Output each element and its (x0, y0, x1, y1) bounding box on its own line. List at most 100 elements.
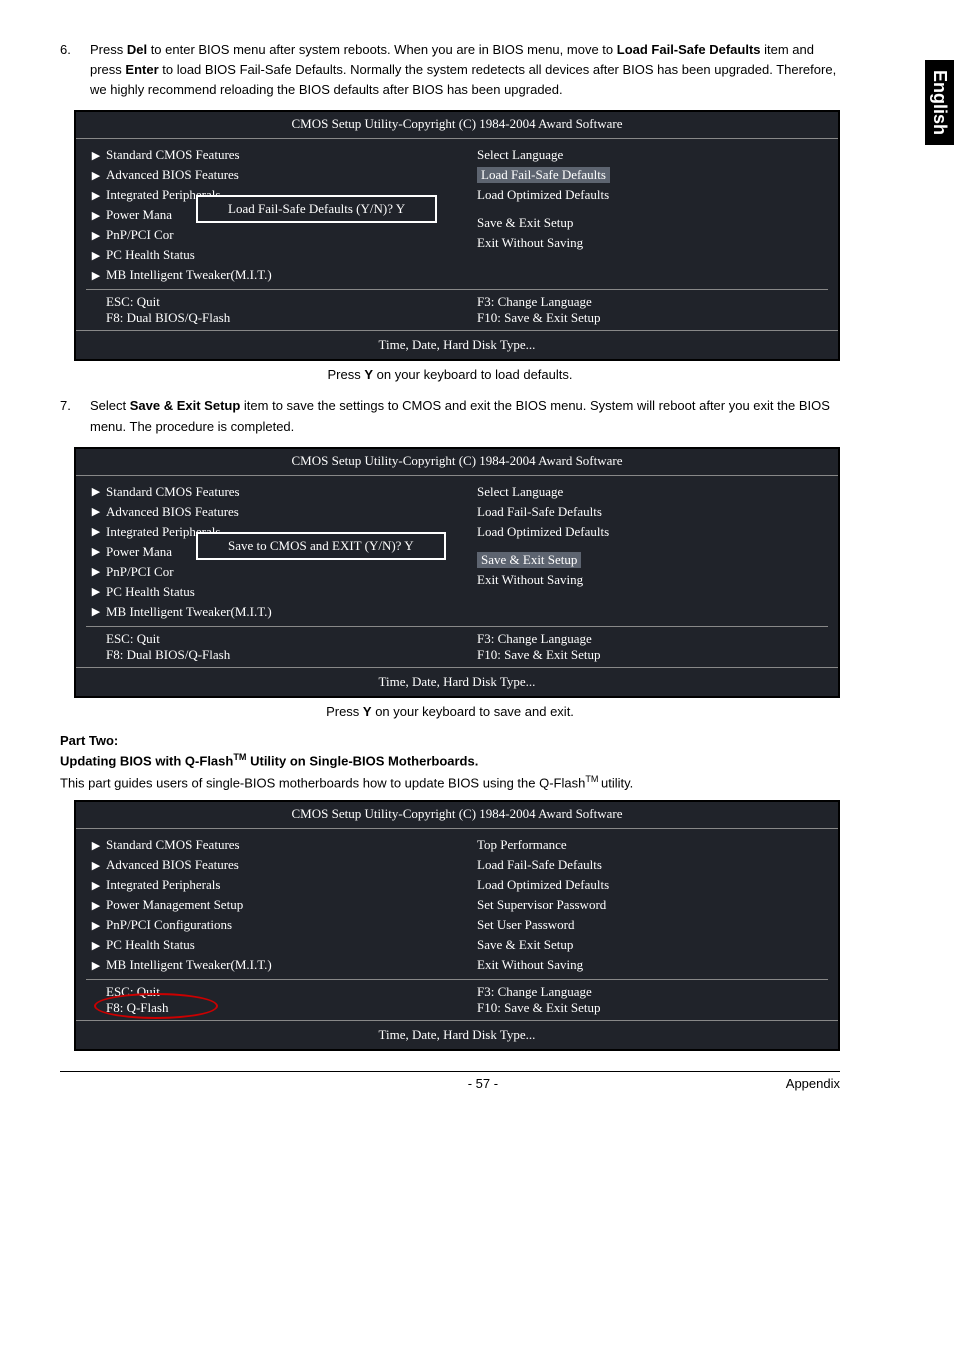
bios-dialog: Save to CMOS and EXIT (Y/N)? Y (196, 532, 446, 560)
menu-label: Set User Password (477, 917, 575, 933)
menu-label: Load Optimized Defaults (477, 524, 609, 540)
triangle-icon: ▶ (86, 939, 106, 952)
bios-menu-item: ▶Integrated Peripherals (86, 875, 457, 895)
text: Utility on Single-BIOS Motherboards. (246, 753, 478, 768)
step-number: 7. (60, 396, 90, 436)
menu-label: Standard CMOS Features (106, 484, 240, 500)
bios-menu-item: ▶PC Health Status (86, 582, 457, 602)
bios-hint: Time, Date, Hard Disk Type... (76, 330, 838, 359)
bios-menu-item: ▶PC Health Status (86, 245, 457, 265)
part-two-desc: This part guides users of single-BIOS mo… (60, 774, 840, 790)
menu-label: Exit Without Saving (477, 235, 583, 251)
menu-label: MB Intelligent Tweaker(M.I.T.) (106, 957, 272, 973)
part-two-subheader: Updating BIOS with Q-FlashTM Utility on … (60, 752, 840, 768)
trademark: TM (233, 752, 246, 762)
triangle-icon: ▶ (86, 899, 106, 912)
text: Updating BIOS with Q-Flash (60, 753, 233, 768)
bios-hotkey: F10: Save & Exit Setup (477, 310, 828, 326)
menu-label: Power Mana (106, 544, 172, 560)
bios-menu-item: Select Language (457, 482, 828, 502)
bios-menu-item: ▶MB Intelligent Tweaker(M.I.T.) (86, 265, 457, 285)
menu-label: Load Fail-Safe Defaults (477, 167, 610, 183)
triangle-icon: ▶ (86, 605, 106, 618)
bios-hotkey: F3: Change Language (477, 631, 828, 647)
bios-menu-item: ▶Standard CMOS Features (86, 835, 457, 855)
appendix-label: Appendix (786, 1076, 840, 1091)
bios-hint: Time, Date, Hard Disk Type... (76, 1020, 838, 1049)
bios-footer-left: ESC: QuitF8: Dual BIOS/Q-Flash (86, 631, 457, 663)
menu-label: PC Health Status (106, 937, 195, 953)
menu-label: MB Intelligent Tweaker(M.I.T.) (106, 267, 272, 283)
triangle-icon: ▶ (86, 919, 106, 932)
bios-hotkey: F3: Change Language (477, 294, 828, 310)
bios-hotkey: F8: Q-Flash (106, 1000, 457, 1016)
triangle-icon: ▶ (86, 149, 106, 162)
text: on your keyboard to save and exit. (372, 704, 574, 719)
bios-menu-item: Load Fail-Safe Defaults (457, 165, 828, 185)
triangle-icon: ▶ (86, 565, 106, 578)
text: Press (326, 704, 363, 719)
language-tab: English (925, 60, 954, 145)
key-y: Y (364, 367, 373, 382)
bios-menu-item: ▶Power Management Setup (86, 895, 457, 915)
menu-label: Load Fail-Safe Defaults (477, 857, 602, 873)
menu-label: Advanced BIOS Features (106, 504, 239, 520)
menu-label: PnP/PCI Cor (106, 227, 174, 243)
menu-label: PnP/PCI Cor (106, 564, 174, 580)
menu-label: Select Language (477, 147, 563, 163)
bios-title: CMOS Setup Utility-Copyright (C) 1984-20… (76, 112, 838, 139)
bios-menu-item: Top Performance (457, 835, 828, 855)
bios-menu-item: Set User Password (457, 915, 828, 935)
bios-hotkey: ESC: Quit (106, 631, 457, 647)
triangle-icon: ▶ (86, 545, 106, 558)
bios-menu-item: Save & Exit Setup (457, 213, 828, 233)
bios-hotkey: F10: Save & Exit Setup (477, 1000, 828, 1016)
triangle-icon: ▶ (86, 269, 106, 282)
text: to enter BIOS menu after system reboots.… (147, 42, 617, 57)
bios-menu-item: Load Fail-Safe Defaults (457, 502, 828, 522)
key-save-exit: Save & Exit Setup (130, 398, 241, 413)
triangle-icon: ▶ (86, 229, 106, 242)
menu-label: Exit Without Saving (477, 572, 583, 588)
bios-menu-item: ▶MB Intelligent Tweaker(M.I.T.) (86, 602, 457, 622)
bios-title: CMOS Setup Utility-Copyright (C) 1984-20… (76, 449, 838, 476)
key-enter: Enter (125, 62, 158, 77)
triangle-icon: ▶ (86, 485, 106, 498)
menu-label: Save & Exit Setup (477, 215, 573, 231)
key-y: Y (363, 704, 372, 719)
bios-menu-item: Save & Exit Setup (457, 550, 828, 570)
menu-label: Exit Without Saving (477, 957, 583, 973)
key-load-failsafe: Load Fail-Safe Defaults (617, 42, 761, 57)
page-number: - 57 - (180, 1076, 786, 1091)
triangle-icon: ▶ (86, 959, 106, 972)
triangle-icon: ▶ (86, 585, 106, 598)
menu-label: Load Optimized Defaults (477, 187, 609, 203)
bios-hotkey: F3: Change Language (477, 984, 828, 1000)
menu-label: Save & Exit Setup (477, 937, 573, 953)
part-two-header: Part Two: (60, 733, 840, 748)
bios-hint: Time, Date, Hard Disk Type... (76, 667, 838, 696)
caption-1: Press Y on your keyboard to load default… (60, 367, 840, 382)
menu-label: Standard CMOS Features (106, 147, 240, 163)
bios-footer-right: F3: Change LanguageF10: Save & Exit Setu… (457, 984, 828, 1016)
triangle-icon: ▶ (86, 525, 106, 538)
bios-menu-item: ▶Standard CMOS Features (86, 482, 457, 502)
menu-label: Power Management Setup (106, 897, 243, 913)
text: Press (328, 367, 365, 382)
text: Select (90, 398, 130, 413)
bios-menu-item: Exit Without Saving (457, 233, 828, 253)
menu-label: Advanced BIOS Features (106, 167, 239, 183)
bios-footer-right: F3: Change LanguageF10: Save & Exit Setu… (457, 294, 828, 326)
menu-label: Advanced BIOS Features (106, 857, 239, 873)
text: to load BIOS Fail-Safe Defaults. Normall… (90, 62, 836, 97)
menu-label: Power Mana (106, 207, 172, 223)
menu-label: Top Performance (477, 837, 567, 853)
step-6: 6. Press Del to enter BIOS menu after sy… (60, 40, 840, 100)
text: This part guides users of single-BIOS mo… (60, 775, 585, 790)
bios-menu-item: Load Optimized Defaults (457, 185, 828, 205)
bios-menu-item: Set Supervisor Password (457, 895, 828, 915)
triangle-icon: ▶ (86, 859, 106, 872)
bios-title: CMOS Setup Utility-Copyright (C) 1984-20… (76, 802, 838, 829)
triangle-icon: ▶ (86, 505, 106, 518)
text: utility. (601, 775, 633, 790)
